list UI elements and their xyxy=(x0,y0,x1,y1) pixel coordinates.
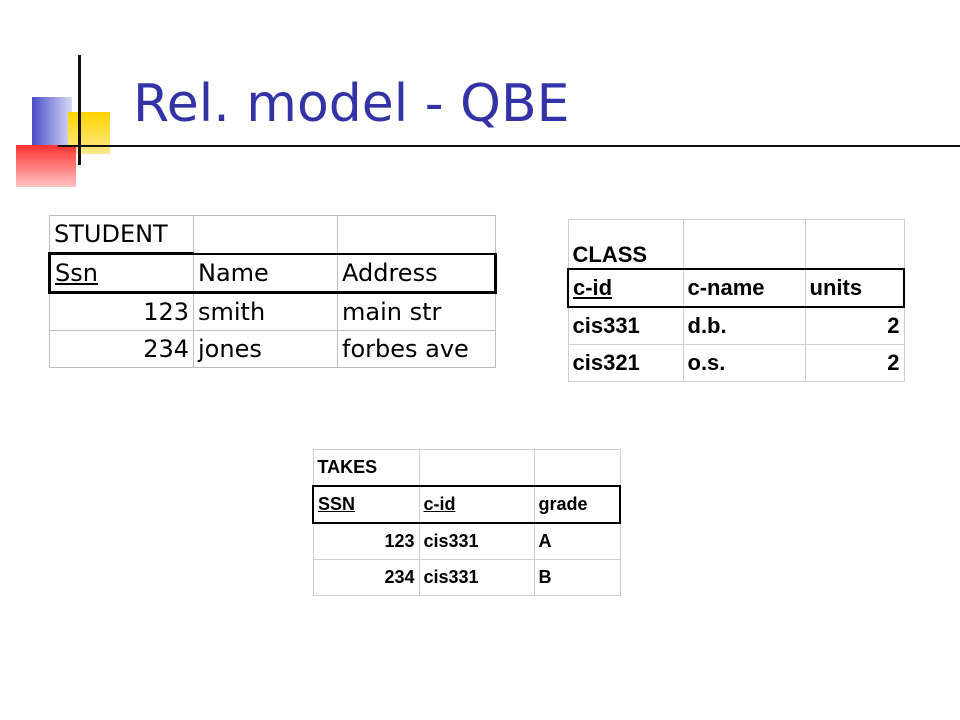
table-cell: 2 xyxy=(804,344,905,382)
logo-red-square xyxy=(16,145,76,187)
table-cell: jones xyxy=(193,330,338,368)
table-title-row: CLASS xyxy=(567,219,905,270)
table-cell: 2 xyxy=(804,306,905,345)
table-cell: 234 xyxy=(49,330,194,368)
table-row: 234 cis331 B xyxy=(312,559,621,596)
column-header: c-name xyxy=(682,268,806,308)
table-title-row: STUDENT xyxy=(49,215,496,255)
table-cell: smith xyxy=(193,292,338,331)
table-title-row: TAKES xyxy=(312,449,621,487)
table-cell: o.s. xyxy=(682,344,806,382)
table-cell: 234 xyxy=(312,559,420,596)
logo-blue-square xyxy=(32,97,72,147)
table-row: cis321 o.s. 2 xyxy=(567,344,905,382)
slide: Rel. model - QBE STUDENT Ssn Name Addres… xyxy=(0,0,960,720)
column-header: Address xyxy=(337,252,497,294)
table-cell: A xyxy=(533,522,621,560)
slide-title: Rel. model - QBE xyxy=(133,74,570,134)
column-header: Name xyxy=(193,252,338,294)
table-header-row: Ssn Name Address xyxy=(48,252,497,294)
student-table: STUDENT Ssn Name Address 123 smith main … xyxy=(48,215,497,368)
title-underline xyxy=(58,145,960,147)
table-cell: 123 xyxy=(312,522,420,560)
table-cell: 123 xyxy=(49,292,194,331)
takes-table: TAKES SSN c-id grade 123 cis331 A 234 ci… xyxy=(312,449,621,596)
table-name: CLASS xyxy=(567,219,684,270)
table-cell: B xyxy=(533,559,621,596)
column-header: units xyxy=(804,268,905,308)
table-header-row: SSN c-id grade xyxy=(312,485,621,524)
column-header: c-id xyxy=(418,485,535,524)
table-header-row: c-id c-name units xyxy=(567,268,905,308)
table-cell: cis331 xyxy=(418,559,535,596)
column-header: Ssn xyxy=(48,252,194,294)
table-cell: d.b. xyxy=(682,306,806,345)
column-header: grade xyxy=(533,485,621,524)
table-cell: cis331 xyxy=(567,306,684,345)
logo-vertical-line xyxy=(78,55,81,165)
table-row: cis331 d.b. 2 xyxy=(567,306,905,345)
table-row: 123 smith main str xyxy=(49,292,496,331)
table-cell: main str xyxy=(337,292,496,331)
column-header: c-id xyxy=(567,268,684,308)
table-name: STUDENT xyxy=(49,215,194,255)
table-row: 234 jones forbes ave xyxy=(49,330,496,368)
table-cell: forbes ave xyxy=(337,330,496,368)
class-table: CLASS c-id c-name units cis331 d.b. 2 ci… xyxy=(567,219,905,382)
table-cell: cis321 xyxy=(567,344,684,382)
table-cell: cis331 xyxy=(418,522,535,560)
table-name: TAKES xyxy=(312,449,420,487)
column-header: SSN xyxy=(312,485,420,524)
table-row: 123 cis331 A xyxy=(312,522,621,560)
